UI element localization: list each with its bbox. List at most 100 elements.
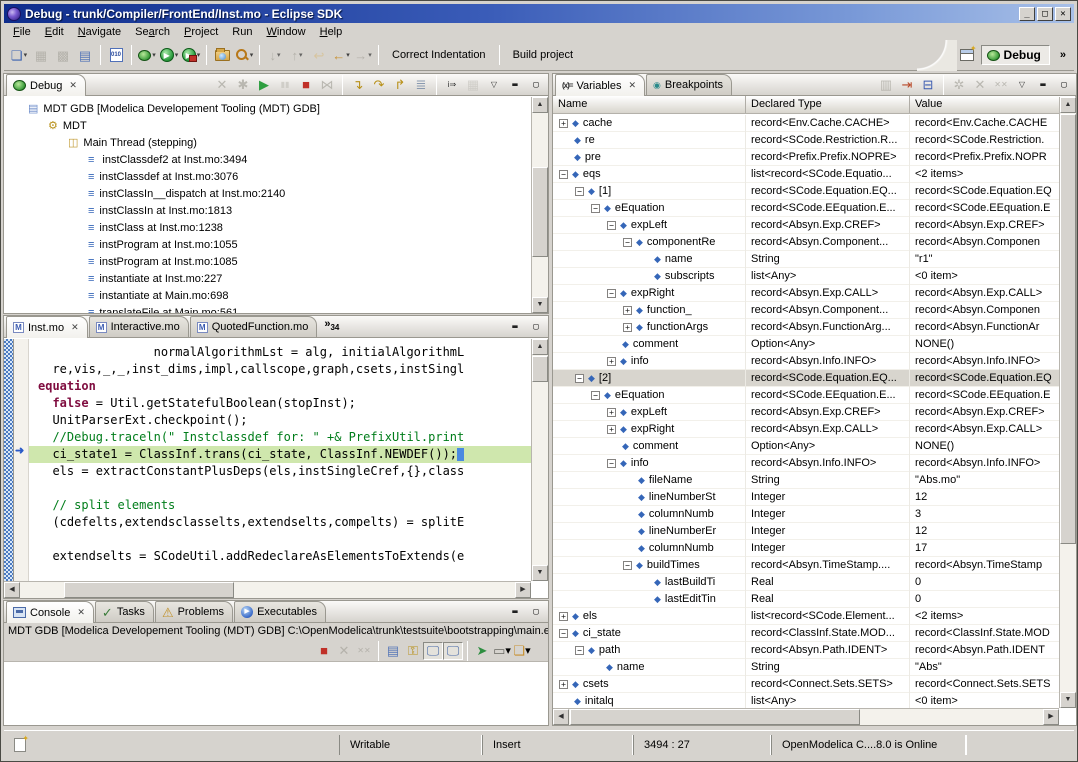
maximize-view-button[interactable]: ▢ — [526, 318, 546, 336]
next-annotation-button[interactable]: ↓▾ — [264, 43, 286, 67]
step-filters-button[interactable]: ▦ — [463, 76, 483, 94]
open-console-button[interactable]: ❏▾ — [512, 642, 532, 660]
remove-selected-button[interactable]: ✕ — [970, 76, 990, 94]
variable-row[interactable]: −◆expRightrecord<Absyn.Exp.CALL>record<A… — [553, 285, 1059, 302]
menu-run[interactable]: Run — [225, 25, 259, 39]
variable-row[interactable]: ◆lineNumberStInteger12 — [553, 489, 1059, 506]
step-return-button[interactable]: ↱ — [390, 76, 410, 94]
variable-row[interactable]: −◆eEquationrecord<SCode.EEquation.E...re… — [553, 200, 1059, 217]
editor-tab-inst-mo[interactable]: MInst.mo✕ — [6, 316, 88, 338]
editor-overflow-chevron[interactable]: »34 — [324, 318, 339, 332]
variable-row[interactable]: −◆inforecord<Absyn.Info.INFO>record<Absy… — [553, 455, 1059, 472]
expand-icon[interactable]: + — [607, 357, 616, 366]
minimize-view-button[interactable]: ▬ — [1033, 76, 1053, 94]
collapse-icon[interactable]: − — [607, 459, 616, 468]
terminate-button[interactable]: ■ — [314, 642, 334, 660]
variable-row[interactable]: +◆functionArgsrecord<Absyn.FunctionArg..… — [553, 319, 1059, 336]
dropdown-arrow-icon[interactable]: ▾ — [346, 51, 350, 59]
collapse-icon[interactable]: − — [607, 289, 616, 298]
debug-tree-item[interactable]: ≡instClassdef2 at Inst.mo:3494 — [4, 151, 531, 168]
maximize-view-button[interactable]: ▢ — [1054, 76, 1074, 94]
dropdown-arrow-icon[interactable]: ▾ — [525, 644, 531, 657]
editor-tab-quotedfunction-mo[interactable]: MQuotedFunction.mo — [190, 316, 318, 337]
collapse-icon[interactable]: − — [559, 170, 568, 179]
annotation-ruler[interactable]: ➜ — [14, 339, 29, 581]
variable-row[interactable]: +◆elslist<record<SCode.Element...<2 item… — [553, 608, 1059, 625]
minimize-view-button[interactable]: ▬ — [505, 76, 525, 94]
remove-all-terminated-button[interactable]: ✕ — [212, 76, 232, 94]
save-all-button[interactable]: ▩ — [52, 43, 74, 67]
dropdown-arrow-icon[interactable]: ▾ — [152, 51, 156, 59]
dropdown-arrow-icon[interactable]: ▾ — [197, 51, 201, 59]
debug-tree-item[interactable]: ≡instClassdef at Inst.mo:3076 — [4, 168, 531, 185]
scroll-down-arrow[interactable]: ▼ — [532, 297, 548, 313]
maximize-button[interactable]: □ — [1037, 7, 1053, 21]
variable-row[interactable]: ◆columnNumbInteger3 — [553, 506, 1059, 523]
variable-row[interactable]: +◆csetsrecord<Connect.Sets.SETS>record<C… — [553, 676, 1059, 693]
view-menu-chevron[interactable]: ▽ — [1012, 76, 1032, 94]
external-tools-button[interactable]: ▶▾ — [180, 43, 202, 67]
variable-row[interactable]: ◆lastBuildTiReal0 — [553, 574, 1059, 591]
expand-icon[interactable]: + — [623, 306, 632, 315]
variable-row[interactable]: −◆eqslist<record<SCode.Equatio...<2 item… — [553, 166, 1059, 183]
variable-row[interactable]: ◆commentOption<Any>NONE() — [553, 438, 1059, 455]
last-edit-location-button[interactable]: ↩ — [308, 43, 330, 67]
collapse-all-button[interactable]: ⊟ — [918, 76, 938, 94]
tab-tasks[interactable]: ✓Tasks — [95, 601, 154, 622]
variable-row[interactable]: −◆expLeftrecord<Absyn.Exp.CREF>record<Ab… — [553, 217, 1059, 234]
dropdown-arrow-icon[interactable]: ▾ — [368, 51, 372, 59]
tab-executables[interactable]: ▶Executables — [234, 601, 326, 622]
debug-tree-item[interactable]: ≡instClass at Inst.mo:1238 — [4, 219, 531, 236]
variable-row[interactable]: +◆inforecord<Absyn.Info.INFO>record<Absy… — [553, 353, 1059, 370]
scroll-left-arrow[interactable]: ◀ — [553, 709, 569, 725]
forward-button[interactable]: →▾ — [352, 43, 374, 67]
perspective-overflow-chevron[interactable]: » — [1060, 49, 1066, 61]
editor-tab-interactive-mo[interactable]: MInteractive.mo — [89, 316, 189, 337]
expand-icon[interactable]: + — [607, 408, 616, 417]
resume-button[interactable]: ▶ — [254, 76, 274, 94]
dropdown-arrow-icon[interactable]: ▾ — [277, 51, 281, 59]
debug-tree-item[interactable]: ▤MDT GDB [Modelica Developement Tooling … — [4, 100, 531, 117]
debug-tree-item[interactable]: ⚙MDT — [4, 117, 531, 134]
search-button[interactable]: ▾ — [233, 43, 255, 67]
suspend-button[interactable]: ▮▮ — [275, 76, 295, 94]
debug-tree-item[interactable]: ≡instProgram at Inst.mo:1085 — [4, 253, 531, 270]
minimize-button[interactable]: _ — [1019, 7, 1035, 21]
variable-row[interactable]: ◆commentOption<Any>NONE() — [553, 336, 1059, 353]
collapse-icon[interactable]: − — [591, 391, 600, 400]
open-perspective-button[interactable] — [957, 46, 977, 64]
collapse-icon[interactable]: − — [623, 561, 632, 570]
fast-view-button[interactable] — [10, 736, 30, 754]
back-button[interactable]: ←▾ — [330, 43, 352, 67]
debug-tree-item[interactable]: ≡instantiate at Inst.mo:227 — [4, 270, 531, 287]
maximize-view-button[interactable]: ▢ — [526, 76, 546, 94]
scroll-thumb[interactable] — [532, 356, 548, 382]
collapse-icon[interactable]: − — [591, 204, 600, 213]
debug-tree-item[interactable]: ≡instClassIn at Inst.mo:1813 — [4, 202, 531, 219]
expand-icon[interactable]: + — [559, 612, 568, 621]
variable-row[interactable]: ◆fileNameString"Abs.mo" — [553, 472, 1059, 489]
variable-row[interactable]: ◆lineNumberErInteger12 — [553, 523, 1059, 540]
debug-button[interactable]: ▾ — [136, 43, 158, 67]
expand-icon[interactable]: + — [559, 680, 568, 689]
save-button[interactable]: ▦ — [30, 43, 52, 67]
scroll-up-arrow[interactable]: ▲ — [532, 339, 548, 355]
close-button[interactable]: ✕ — [1055, 7, 1071, 21]
clear-console-button[interactable]: ▤ — [383, 642, 403, 660]
variables-column-headers[interactable]: NameDeclared TypeValue — [553, 96, 1076, 114]
variable-row[interactable]: −◆eEquationrecord<SCode.EEquation.E...re… — [553, 387, 1059, 404]
scroll-lock-button[interactable]: ⚿ — [403, 642, 423, 660]
step-into-button[interactable]: ↴ — [348, 76, 368, 94]
scroll-thumb[interactable] — [570, 709, 860, 725]
collapse-icon[interactable]: − — [607, 221, 616, 230]
debug-tree-item[interactable]: ◫Main Thread (stepping) — [4, 134, 531, 151]
show-stdout-button[interactable]: 🖵 — [423, 642, 443, 660]
expand-icon[interactable]: + — [559, 119, 568, 128]
build-project-button[interactable]: Build project — [504, 43, 583, 67]
menu-search[interactable]: Search — [128, 25, 177, 39]
pin-console-button[interactable]: ➤ — [472, 642, 492, 660]
variable-row[interactable]: ◆nameString"Abs" — [553, 659, 1059, 676]
menu-help[interactable]: Help — [313, 25, 350, 39]
print-button[interactable]: ▤ — [74, 43, 96, 67]
variable-row[interactable]: +◆expLeftrecord<Absyn.Exp.CREF>record<Ab… — [553, 404, 1059, 421]
